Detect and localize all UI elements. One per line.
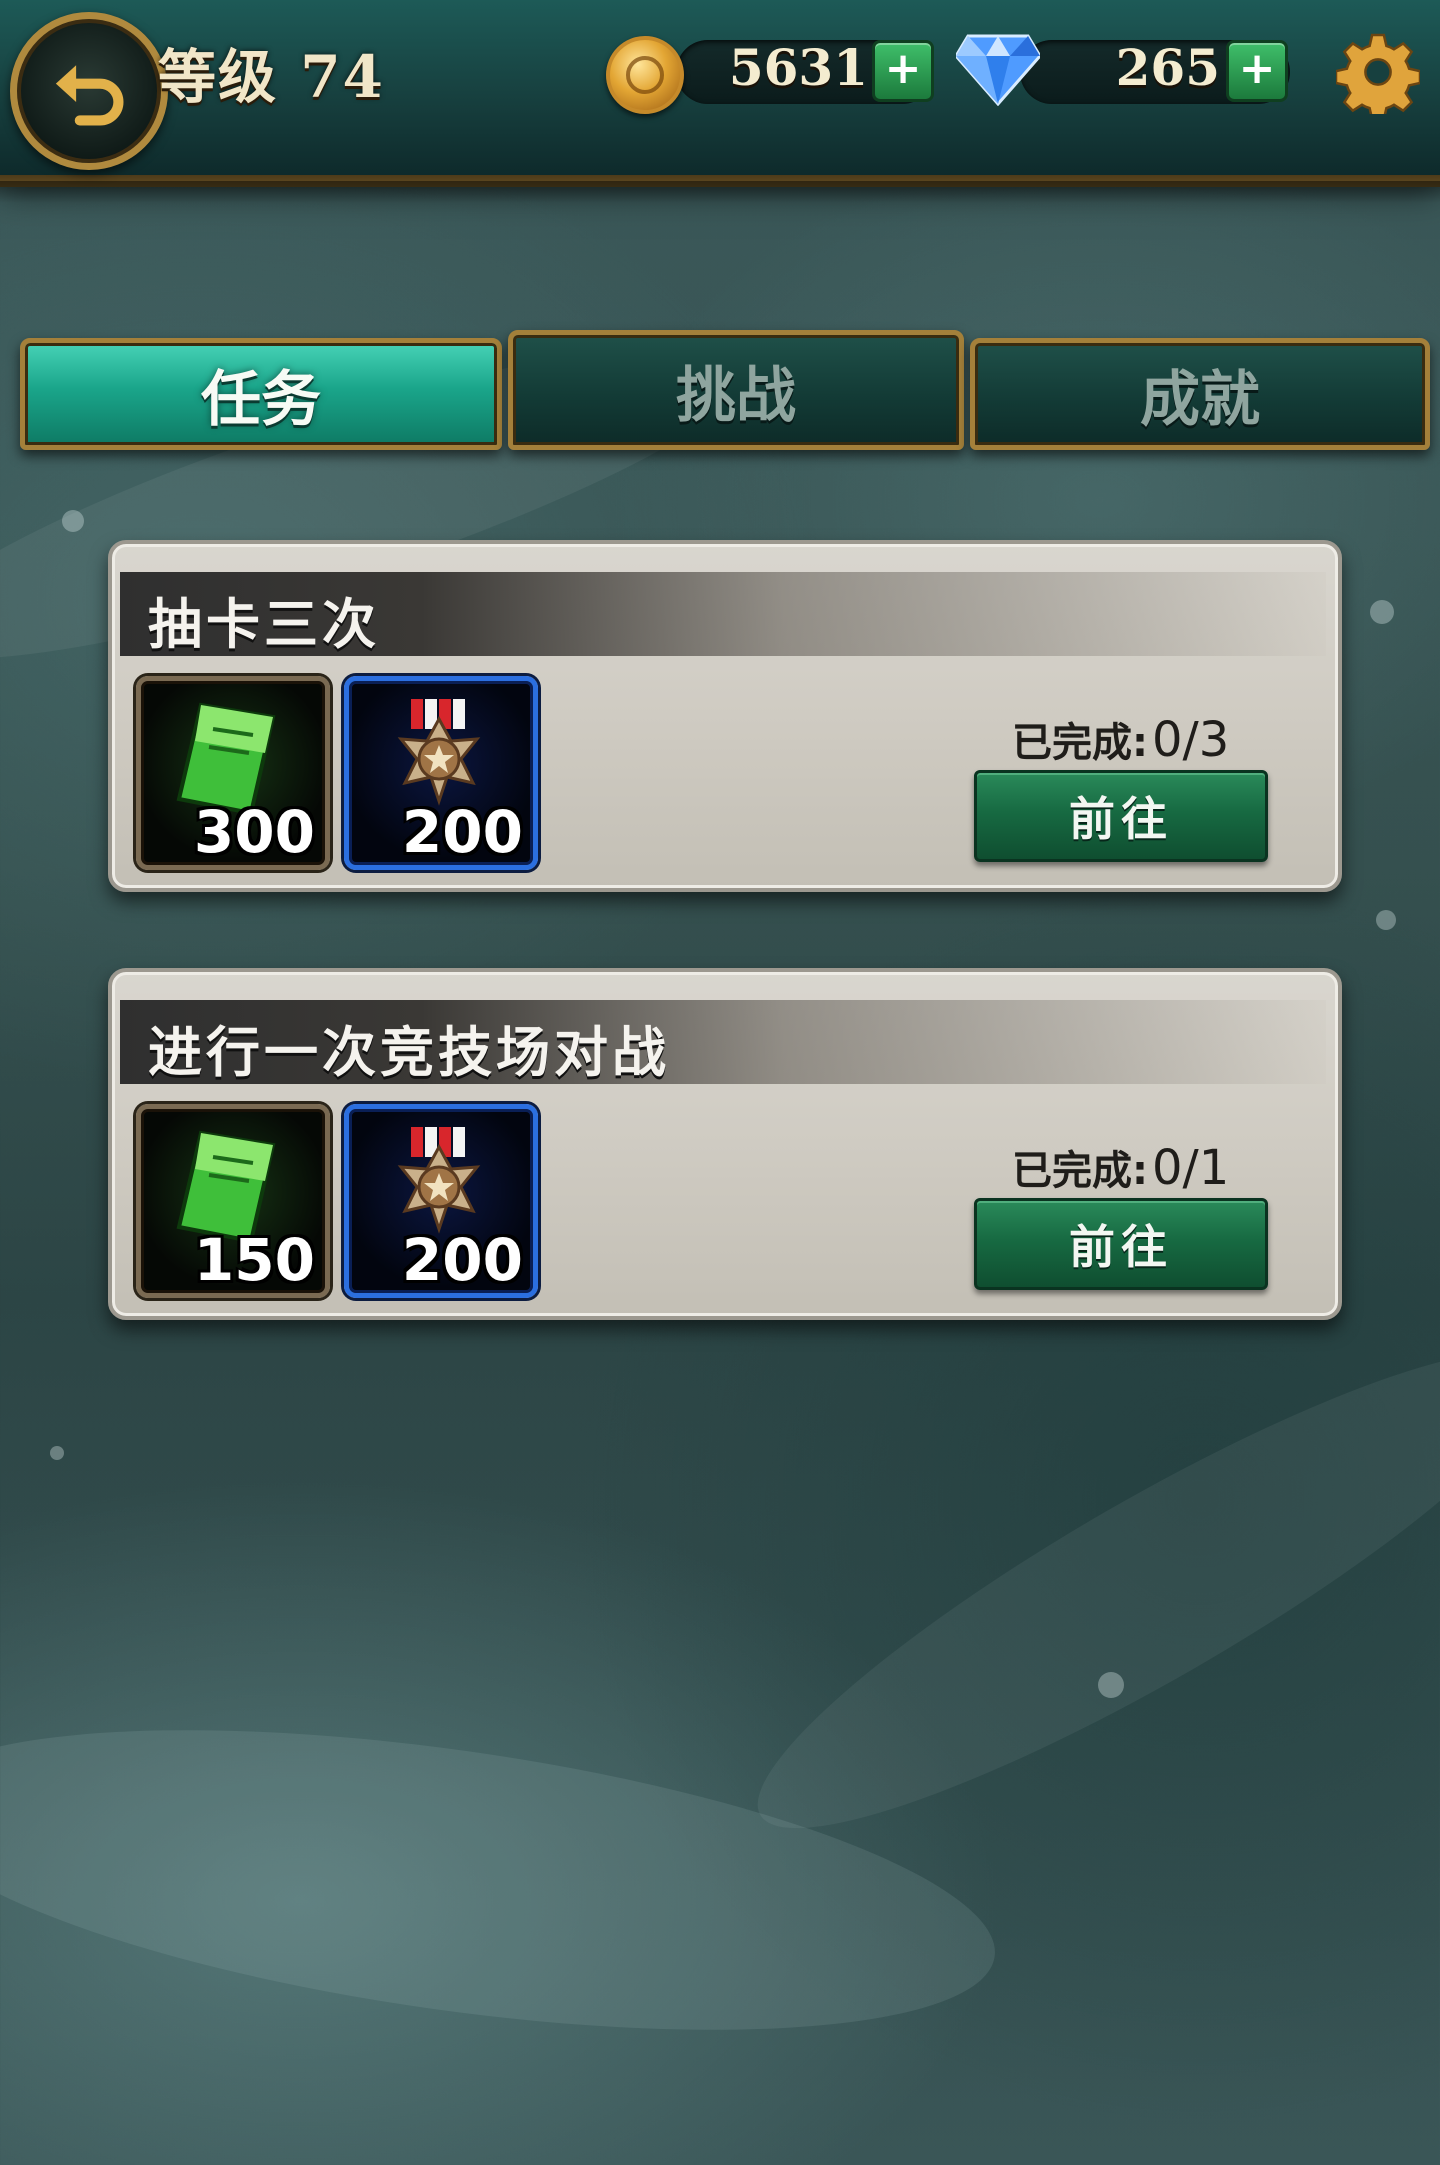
background-sparkle [1376, 910, 1396, 930]
settings-gear-icon[interactable] [1336, 30, 1420, 114]
progress-value: 0/3 [1152, 712, 1230, 768]
task-card: 抽卡三次 300 200 已完成:0/3 前往 [108, 540, 1342, 892]
go-button[interactable]: 前往 [974, 1198, 1268, 1290]
go-button[interactable]: 前往 [974, 770, 1268, 862]
progress-value: 0/1 [1152, 1140, 1230, 1196]
gem-amount: 265 [1115, 38, 1220, 97]
top-bar: 等级 74 5631 + 265 + [0, 0, 1440, 203]
reward-count: 150 [193, 1226, 315, 1294]
add-gem-button[interactable]: + [1226, 40, 1288, 102]
reward-count: 200 [401, 1226, 523, 1294]
back-arrow-icon [55, 65, 124, 126]
add-gold-button[interactable]: + [872, 40, 934, 102]
player-level: 等级 74 [158, 43, 385, 111]
background-sparkle [62, 510, 84, 532]
progress-label: 已完成: [1012, 1148, 1148, 1194]
reward-count: 300 [193, 798, 315, 866]
background-sparkle [1370, 600, 1394, 624]
gold-coin-icon [606, 36, 684, 114]
tab-challenges[interactable]: 挑战 [508, 330, 964, 450]
reward-count: 200 [401, 798, 523, 866]
reward-slot-ticket[interactable]: 150 [136, 1104, 330, 1298]
task-title: 抽卡三次 [148, 592, 380, 656]
tab-tasks[interactable]: 任务 [20, 338, 502, 450]
reward-slot-medal[interactable]: 200 [344, 1104, 538, 1298]
reward-slot-medal[interactable]: 200 [344, 676, 538, 870]
task-card: 进行一次竞技场对战 150 200 已完成:0/1 前往 [108, 968, 1342, 1320]
task-progress: 已完成:0/1 [1012, 1138, 1229, 1196]
back-button[interactable] [10, 12, 168, 170]
task-progress: 已完成:0/3 [1012, 710, 1229, 768]
diamond-icon [956, 34, 1040, 106]
progress-label: 已完成: [1012, 720, 1148, 766]
background-sparkle [50, 1446, 64, 1460]
tab-achievements[interactable]: 成就 [970, 338, 1430, 450]
task-title: 进行一次竞技场对战 [148, 1020, 670, 1084]
gold-amount: 5631 [728, 38, 868, 97]
reward-slot-ticket[interactable]: 300 [136, 676, 330, 870]
background-streak [715, 1287, 1440, 1893]
background-sparkle [1098, 1672, 1124, 1698]
